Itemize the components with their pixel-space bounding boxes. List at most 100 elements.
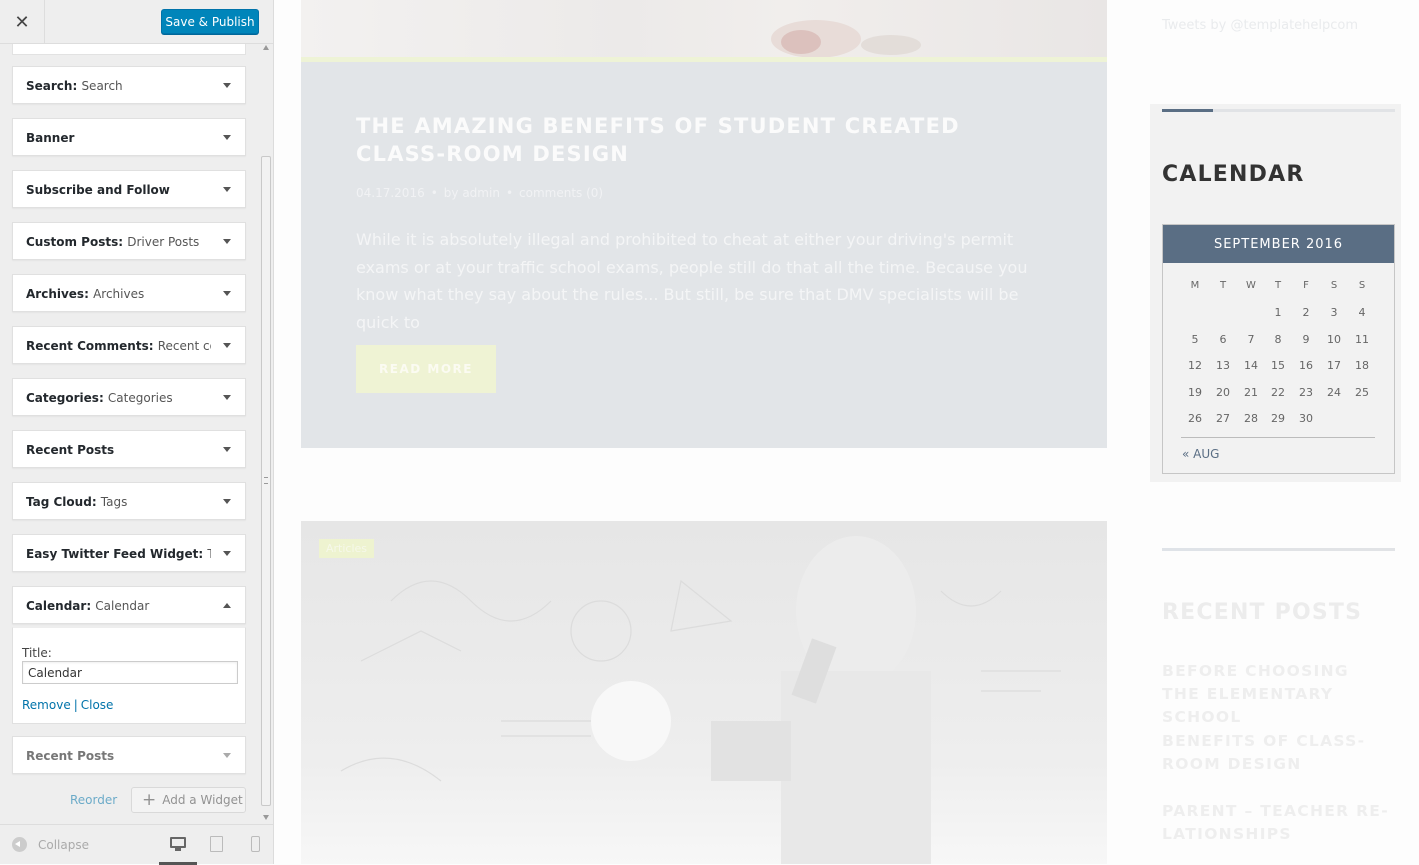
widget-subtitle: Archives (93, 287, 145, 301)
widget-item-partial (12, 44, 246, 55)
site-preview: The Amazing Benefits of Student Created … (274, 0, 1419, 864)
post-featured-image-2: Articles (301, 521, 1107, 864)
chevron-down-icon[interactable] (223, 343, 231, 348)
widget-item[interactable]: Calendar: Calendar (12, 586, 246, 624)
chevron-down-icon[interactable] (223, 447, 231, 452)
title-input[interactable] (22, 661, 238, 684)
remove-widget-link[interactable]: Remove (22, 698, 71, 712)
scroll-thumb[interactable] (261, 156, 271, 806)
widget-item[interactable]: Categories: Categories (12, 378, 246, 416)
calendar-day: 26 (1188, 412, 1202, 425)
widget-name: Categories (26, 391, 99, 405)
chalkboard-image (301, 521, 1107, 864)
post-meta: 04.17.2016 • by admin • comments (0) (356, 186, 604, 200)
widget-item[interactable]: Recent Comments: Recent co... (12, 326, 246, 364)
calendar-prev-link[interactable]: « AUG (1182, 447, 1219, 461)
widget-title: Archives: Archives (26, 287, 211, 301)
chevron-down-icon[interactable] (223, 551, 231, 556)
customizer-header: ✕ Save & Publish (0, 0, 273, 44)
scroll-up-arrow-icon[interactable] (263, 45, 269, 50)
chevron-down-icon[interactable] (223, 753, 231, 758)
scroll-down-arrow-icon[interactable] (263, 815, 269, 820)
calendar-day: 15 (1271, 359, 1285, 372)
widget-name-separator: : (91, 495, 101, 509)
calendar-day: 18 (1355, 359, 1369, 372)
chevron-down-icon[interactable] (223, 499, 231, 504)
image-illustration (340, 536, 1061, 864)
widget-divider (1162, 548, 1395, 551)
post-comments[interactable]: comments (0) (519, 186, 603, 200)
widget-item[interactable]: Tag Cloud: Tags (12, 482, 246, 520)
widget-subtitle: Search (81, 79, 123, 93)
recent-post-link[interactable]: Parent – Teacher Re-lationships (1162, 800, 1392, 846)
calendar-day: 4 (1358, 306, 1366, 319)
chevron-down-icon[interactable] (223, 135, 231, 140)
calendar-day: 28 (1244, 412, 1258, 425)
calendar-day: 23 (1299, 385, 1313, 399)
widget-title: Easy Twitter Feed Widget: T... (26, 547, 211, 561)
close-widget-link[interactable]: Close (81, 698, 114, 712)
calendar-table: SEPTEMBER 2016 M T W T F S S 1 2 3 4 5 6 7 8 9 10 11 12 13 1… (1162, 224, 1395, 474)
collapse-icon[interactable] (12, 837, 27, 852)
widget-actions: Remove | Close (22, 698, 113, 712)
widget-item[interactable]: Subscribe and Follow (12, 170, 246, 208)
tablet-icon[interactable] (209, 836, 225, 852)
recent-post-link[interactable]: Benefits of Class-room Design (1162, 730, 1392, 776)
widget-item[interactable]: Recent Posts (12, 430, 246, 468)
widget-name: Recent Posts (26, 443, 115, 457)
widget-item[interactable]: Easy Twitter Feed Widget: T... (12, 534, 246, 572)
mobile-icon[interactable] (249, 836, 265, 852)
weekday-label: W (1246, 280, 1256, 291)
chevron-up-icon[interactable] (223, 603, 231, 608)
weekday-label: F (1303, 280, 1309, 291)
add-widget-button[interactable]: + Add a Widget (131, 787, 246, 813)
post-author[interactable]: by admin (444, 186, 500, 200)
calendar-day: 21 (1244, 385, 1258, 399)
widget-name: Easy Twitter Feed Widget (26, 547, 199, 561)
chevron-down-icon[interactable] (223, 291, 231, 296)
widget-item[interactable]: Archives: Archives (12, 274, 246, 312)
widget-title: Recent Posts (26, 749, 211, 763)
widget-title: Categories: Categories (26, 391, 211, 405)
post-excerpt: While it is absolutely illegal and prohi… (356, 230, 1028, 332)
calendar-weekdays: MTWTFSS (1181, 280, 1376, 296)
recent-post-link[interactable]: Before Choosing the Elementary School (1162, 660, 1392, 729)
chevron-down-icon[interactable] (223, 239, 231, 244)
widget-title: Recent Comments: Recent co... (26, 339, 211, 353)
collapse-button[interactable]: Collapse (38, 838, 89, 852)
widget-subtitle: Recent co... (157, 339, 211, 353)
desktop-icon[interactable] (170, 836, 186, 852)
widget-name-separator: : (118, 235, 128, 249)
calendar-month: SEPTEMBER 2016 (1163, 225, 1394, 263)
calendar-day: 8 (1274, 332, 1282, 346)
widget-subtitle: Categories (107, 391, 173, 405)
widget-item[interactable]: Recent Posts (12, 736, 246, 774)
calendar-day: 29 (1271, 412, 1285, 425)
calendar-day: 16 (1299, 359, 1313, 372)
tweets-link[interactable]: Tweets by @templatehelpcom (1162, 18, 1358, 33)
widget-name: Archives (26, 287, 85, 301)
widget-item[interactable]: Search: Search (12, 66, 246, 104)
post-featured-image (301, 0, 1107, 58)
calendar-day: 30 (1299, 412, 1313, 425)
widget-name-separator: : (84, 287, 94, 301)
chevron-down-icon[interactable] (223, 395, 231, 400)
reorder-link[interactable]: Reorder (70, 793, 117, 807)
chevron-down-icon[interactable] (223, 83, 231, 88)
calendar-week: 5 6 7 8 9 10 11 (1181, 333, 1376, 349)
weekday-label: T (1219, 280, 1227, 291)
widget-name: Subscribe and Follow (26, 183, 170, 197)
widget-item[interactable]: Banner (12, 118, 246, 156)
close-customizer-button[interactable]: ✕ (0, 0, 45, 44)
save-publish-button[interactable]: Save & Publish (161, 9, 259, 34)
category-badge[interactable]: Articles (319, 539, 375, 558)
widget-title: Custom Posts: Driver Posts (26, 235, 211, 249)
widget-item[interactable]: Custom Posts: Driver Posts (12, 222, 246, 260)
calendar-day: 24 (1327, 385, 1341, 399)
chevron-down-icon[interactable] (223, 187, 231, 192)
panel-scrollbar[interactable] (260, 44, 273, 824)
post-title[interactable]: The Amazing Benefits of Student Created … (356, 112, 1056, 168)
weekday-label: M (1190, 280, 1200, 291)
plus-icon: + (142, 790, 157, 810)
read-more-button[interactable]: READ MORE (356, 345, 496, 393)
